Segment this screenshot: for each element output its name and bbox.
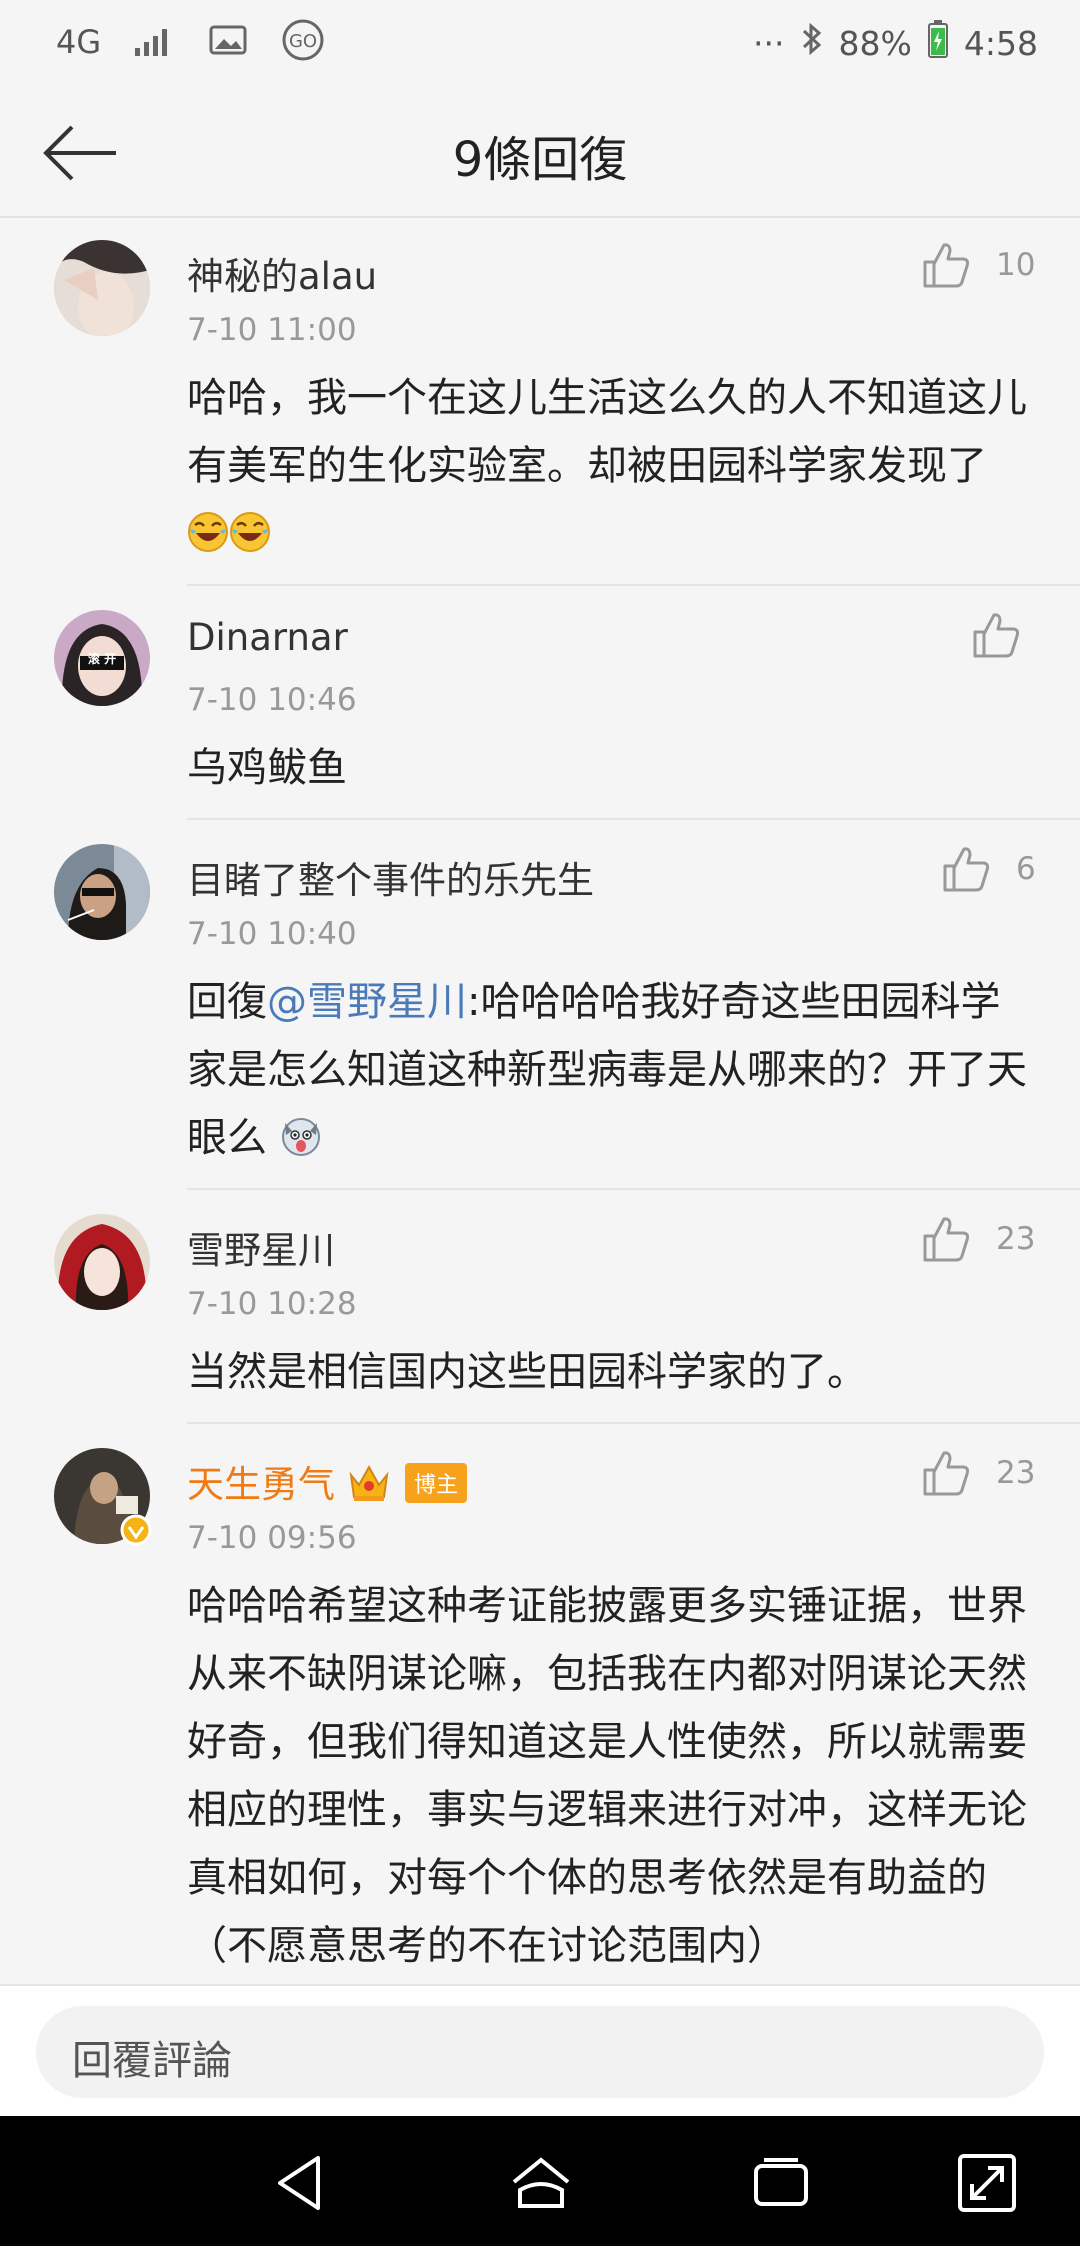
comment-time: 7-10 10:40: [187, 916, 357, 952]
crown-icon: [349, 1464, 389, 1501]
comment-content: 乌鸡鲅鱼: [187, 745, 347, 791]
dog-emoji-icon: [281, 1118, 320, 1156]
comment-item: 雪野星川 23 7-10 10:28 当然是相信国内这些田园科学家的了。: [0, 1192, 1080, 1426]
laughing-emoji-icon: [230, 512, 270, 552]
divider: [187, 1422, 1080, 1424]
more-dots: ···: [753, 23, 785, 63]
comment-item: 天生勇气 博主 23 7-10 09:56 哈哈哈希望这种考证能披露更多实锤证据，…: [0, 1426, 1080, 1986]
battery-icon: [927, 20, 948, 66]
avatar[interactable]: [54, 1448, 152, 1546]
avatar[interactable]: [54, 240, 150, 336]
go-icon: GO: [281, 18, 325, 66]
svg-text:GO: GO: [289, 31, 317, 52]
nav-back-button[interactable]: [266, 2148, 336, 2218]
comment-text: 哈哈，我一个在这儿生活这么久的人不知道这儿有美军的生化实验室。却被田园科学家发现…: [187, 375, 1027, 489]
laughing-emoji-icon: [188, 512, 228, 552]
page-title: 9條回復: [452, 132, 628, 188]
signal-icon: [135, 24, 175, 60]
status-right: ··· 88% 4:58: [753, 20, 1038, 66]
comment-time: 7-10 10:28: [187, 1286, 357, 1322]
mention-link[interactable]: @雪野星川: [267, 979, 467, 1025]
nav-expand-button[interactable]: [952, 2148, 1022, 2218]
comment-time: 7-10 09:56: [187, 1520, 357, 1556]
comment-time: 7-10 10:46: [187, 682, 357, 718]
home-icon: [512, 2157, 570, 2208]
network-type: 4G: [56, 23, 102, 61]
expand-icon: [958, 2154, 1016, 2212]
nav-recents-button[interactable]: [746, 2148, 816, 2218]
blogger-badge: 博主: [405, 1462, 468, 1503]
reply-input[interactable]: 回覆評論: [36, 2006, 1044, 2098]
thumbs-up-icon: [943, 847, 990, 892]
comment-author[interactable]: 雪野星川: [187, 1220, 335, 1274]
battery-percent: 88%: [838, 23, 912, 63]
nav-home-button[interactable]: [506, 2148, 576, 2218]
reply-placeholder: 回覆評論: [72, 2038, 232, 2084]
like-button[interactable]: 23: [922, 1450, 1035, 1496]
thumbs-up-icon: [923, 243, 970, 288]
comment-item: 目睹了整个事件的乐先生 6 7-10 10:40 回復@雪野星川:哈哈哈哈我好奇…: [0, 822, 1080, 1192]
bluetooth-icon: [801, 21, 823, 65]
verified-badge-icon: [120, 1514, 152, 1546]
status-left: 4G GO: [56, 18, 325, 66]
thumbs-up-icon: [973, 613, 1020, 658]
avatar[interactable]: [54, 844, 150, 940]
like-button[interactable]: [972, 612, 1046, 658]
comment-author[interactable]: 目睹了整个事件的乐先生: [187, 850, 594, 904]
like-button[interactable]: 6: [942, 846, 1036, 892]
comment-content: 哈哈，我一个在这儿生活这么久的人不知道这儿有美军的生化实验室。却被田园科学家发现…: [187, 364, 1030, 568]
comment-content: 当然是相信国内这些田园科学家的了。: [187, 1349, 867, 1395]
image-icon: [209, 24, 247, 60]
divider: [187, 818, 1080, 820]
reply-bar: 回覆評論: [0, 1984, 1080, 2118]
comment-content: 哈哈哈希望这种考证能披露更多实锤证据，世界从来不缺阴谋论嘛，包括我在内都对阴谋论…: [187, 1583, 1027, 1969]
divider: [187, 1188, 1080, 1190]
comment-time: 7-10 11:00: [187, 312, 357, 348]
comment-content: 回復@雪野星川:哈哈哈哈我好奇这些田园科学家是怎么知道这种新型病毒是从哪来的？开…: [187, 968, 1030, 1172]
like-button[interactable]: 10: [922, 242, 1035, 288]
system-nav-bar: [0, 2116, 1080, 2246]
like-button[interactable]: 23: [922, 1216, 1035, 1262]
author-name: 天生勇气: [187, 1463, 335, 1506]
comment-item: 神秘的alau 10 7-10 11:00 哈哈，我一个在这儿生活这么久的人不知…: [0, 218, 1080, 588]
comment-item: 滚 开 Dinarnar 7-10 10:46 乌鸡鲅鱼: [0, 588, 1080, 822]
comment-author[interactable]: 神秘的alau: [187, 246, 377, 300]
comment-author[interactable]: Dinarnar: [187, 616, 348, 659]
thumbs-up-icon: [923, 1217, 970, 1262]
avatar[interactable]: [54, 1214, 150, 1310]
back-triangle-icon: [278, 2156, 320, 2210]
recents-icon: [754, 2158, 808, 2206]
like-count: 23: [996, 1455, 1036, 1491]
reply-prefix: 回復: [187, 979, 267, 1025]
comment-list: 神秘的alau 10 7-10 11:00 哈哈，我一个在这儿生活这么久的人不知…: [0, 218, 1080, 1986]
clock: 4:58: [963, 23, 1038, 63]
comment-author[interactable]: 天生勇气 博主: [187, 1454, 468, 1508]
like-count: 10: [996, 247, 1036, 283]
avatar[interactable]: 滚 开: [54, 610, 150, 706]
avatar-caption: 滚 开: [87, 652, 117, 666]
top-bar: 9條回復: [0, 90, 1080, 218]
thumbs-up-icon: [923, 1451, 970, 1496]
like-count: 6: [1016, 851, 1036, 887]
like-count: 23: [996, 1221, 1036, 1257]
divider: [187, 584, 1080, 586]
status-bar: 4G GO ··· 88% 4:58: [0, 0, 1080, 90]
